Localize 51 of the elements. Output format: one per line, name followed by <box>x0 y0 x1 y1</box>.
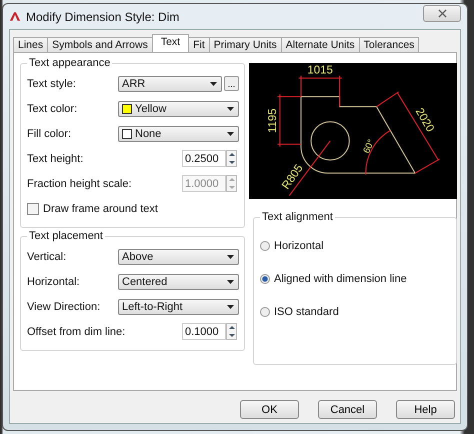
checkbox[interactable] <box>27 202 39 214</box>
field-label: Text color: <box>27 102 78 114</box>
radio-button[interactable] <box>260 307 270 317</box>
checkbox-label: Draw frame around text <box>43 202 158 214</box>
field-label: View Direction: <box>27 300 102 312</box>
radio-label: Aligned with dimension line <box>274 273 407 285</box>
radio-button[interactable] <box>260 274 270 284</box>
caret-icon <box>227 106 234 110</box>
dropdown[interactable]: Left-to-Right <box>118 298 239 314</box>
radio-label: Horizontal <box>274 240 324 252</box>
window-title: Modify Dimension Style: Dim <box>26 10 180 24</box>
browse-button[interactable]: ... <box>224 76 239 91</box>
caret-icon <box>227 304 234 308</box>
app-logo-icon <box>9 11 21 22</box>
group-title: Text placement <box>28 230 104 242</box>
number-field[interactable]: 0.2500 <box>182 150 226 167</box>
dropdown[interactable]: Centered <box>118 274 239 290</box>
radio-label: ISO standard <box>274 306 339 318</box>
dialog-button[interactable]: Cancel <box>318 400 377 419</box>
number-field[interactable]: 0.1000 <box>182 323 226 340</box>
radio-button[interactable] <box>260 241 270 251</box>
caret-icon <box>210 82 217 86</box>
tab[interactable]: Primary Units <box>208 37 282 52</box>
field-label: Vertical: <box>27 250 68 262</box>
dropdown[interactable]: Above <box>118 248 239 264</box>
dropdown[interactable]: None <box>118 126 239 142</box>
field-label: Fill color: <box>27 128 72 140</box>
caret-icon <box>227 132 234 136</box>
dropdown[interactable]: ARR <box>118 76 222 92</box>
close-icon <box>438 9 446 18</box>
dropdown[interactable]: Yellow <box>118 100 239 116</box>
group-title: Text alignment <box>261 211 334 223</box>
spinner-arrows[interactable] <box>226 150 237 167</box>
field-label: Text height: <box>27 152 84 164</box>
caret-icon <box>227 254 234 258</box>
tab[interactable]: Alternate Units <box>280 37 360 52</box>
field-label: Fraction height scale: <box>27 178 132 190</box>
dialog-button[interactable]: Help <box>396 400 455 419</box>
tab[interactable]: Text <box>152 34 190 52</box>
group-title: Text appearance <box>28 57 112 69</box>
field-label: Text style: <box>27 78 77 90</box>
tab[interactable]: Symbols and Arrows <box>47 37 153 52</box>
tab[interactable]: Fit <box>188 37 210 52</box>
dialog-button[interactable]: OK <box>240 400 299 419</box>
field-label: Offset from dim line: <box>27 326 126 338</box>
close-button[interactable] <box>423 5 461 22</box>
spinner-arrows[interactable] <box>226 323 237 340</box>
tab[interactable]: Lines <box>13 37 48 52</box>
tab[interactable]: Tolerances <box>358 37 420 52</box>
caret-icon <box>227 280 234 284</box>
field-label: Horizontal: <box>27 276 81 288</box>
